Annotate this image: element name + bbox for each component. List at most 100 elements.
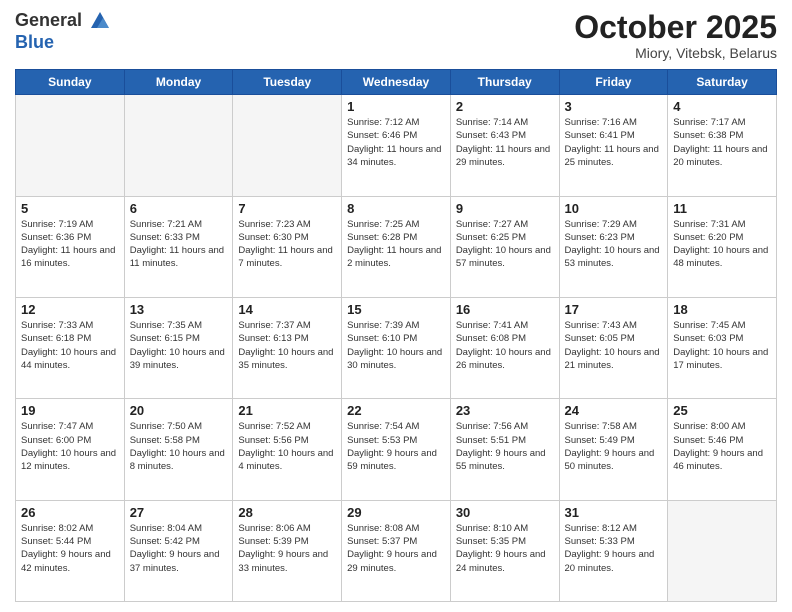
calendar-cell [233,95,342,196]
logo: General Blue [15,10,111,54]
day-number: 21 [238,403,336,418]
day-number: 18 [673,302,771,317]
day-detail: Sunrise: 7:52 AMSunset: 5:56 PMDaylight:… [238,420,336,473]
day-number: 15 [347,302,445,317]
day-number: 24 [565,403,663,418]
calendar-cell: 7 Sunrise: 7:23 AMSunset: 6:30 PMDaylight… [233,196,342,297]
logo-icon [89,10,111,32]
weekday-header: Sunday [16,70,125,95]
day-detail: Sunrise: 8:00 AMSunset: 5:46 PMDaylight:… [673,420,771,473]
day-detail: Sunrise: 7:12 AMSunset: 6:46 PMDaylight:… [347,116,445,169]
day-number: 29 [347,505,445,520]
page: General Blue October 2025 Miory, Vitebsk… [0,0,792,612]
day-detail: Sunrise: 7:35 AMSunset: 6:15 PMDaylight:… [130,319,228,372]
calendar-cell: 17Sunrise: 7:43 AMSunset: 6:05 PMDayligh… [559,297,668,398]
calendar-cell: 29 Sunrise: 8:08 AMSunset: 5:37 PMDayligh… [342,500,451,601]
month-title: October 2025 [574,10,777,45]
calendar-cell: 25 Sunrise: 8:00 AMSunset: 5:46 PMDayligh… [668,399,777,500]
calendar-cell: 14 Sunrise: 7:37 AMSunset: 6:13 PMDayligh… [233,297,342,398]
day-detail: Sunrise: 7:17 AMSunset: 6:38 PMDaylight:… [673,116,771,169]
weekday-header: Saturday [668,70,777,95]
calendar-table: SundayMondayTuesdayWednesdayThursdayFrid… [15,69,777,602]
calendar-cell: 13Sunrise: 7:35 AMSunset: 6:15 PMDayligh… [124,297,233,398]
logo-text: General [15,10,111,32]
calendar-cell: 24 Sunrise: 7:58 AMSunset: 5:49 PMDayligh… [559,399,668,500]
day-number: 4 [673,99,771,114]
day-detail: Sunrise: 7:41 AMSunset: 6:08 PMDaylight:… [456,319,554,372]
calendar-cell: 20 Sunrise: 7:50 AMSunset: 5:58 PMDayligh… [124,399,233,500]
day-detail: Sunrise: 7:37 AMSunset: 6:13 PMDaylight:… [238,319,336,372]
day-detail: Sunrise: 7:50 AMSunset: 5:58 PMDaylight:… [130,420,228,473]
title-block: October 2025 Miory, Vitebsk, Belarus [574,10,777,61]
day-detail: Sunrise: 7:47 AMSunset: 6:00 PMDaylight:… [21,420,119,473]
day-number: 25 [673,403,771,418]
calendar-cell: 27Sunrise: 8:04 AMSunset: 5:42 PMDayligh… [124,500,233,601]
day-detail: Sunrise: 7:16 AMSunset: 6:41 PMDaylight:… [565,116,663,169]
day-number: 30 [456,505,554,520]
day-detail: Sunrise: 8:06 AMSunset: 5:39 PMDaylight:… [238,522,336,575]
weekday-header: Tuesday [233,70,342,95]
calendar-week-row: 26 Sunrise: 8:02 AMSunset: 5:44 PMDayligh… [16,500,777,601]
day-detail: Sunrise: 7:23 AMSunset: 6:30 PMDaylight:… [238,218,336,271]
calendar-week-row: 12Sunrise: 7:33 AMSunset: 6:18 PMDayligh… [16,297,777,398]
day-number: 26 [21,505,119,520]
calendar-cell [124,95,233,196]
calendar-week-row: 19 Sunrise: 7:47 AMSunset: 6:00 PMDayligh… [16,399,777,500]
calendar-week-row: 1 Sunrise: 7:12 AMSunset: 6:46 PMDaylight… [16,95,777,196]
day-detail: Sunrise: 7:21 AMSunset: 6:33 PMDaylight:… [130,218,228,271]
calendar-cell: 12Sunrise: 7:33 AMSunset: 6:18 PMDayligh… [16,297,125,398]
header: General Blue October 2025 Miory, Vitebsk… [15,10,777,61]
day-number: 14 [238,302,336,317]
day-number: 5 [21,201,119,216]
calendar-cell: 22 Sunrise: 7:54 AMSunset: 5:53 PMDayligh… [342,399,451,500]
day-number: 20 [130,403,228,418]
day-number: 19 [21,403,119,418]
day-detail: Sunrise: 8:02 AMSunset: 5:44 PMDaylight:… [21,522,119,575]
day-number: 28 [238,505,336,520]
calendar-cell: 21 Sunrise: 7:52 AMSunset: 5:56 PMDayligh… [233,399,342,500]
day-number: 2 [456,99,554,114]
calendar-cell: 2Sunrise: 7:14 AMSunset: 6:43 PMDaylight… [450,95,559,196]
weekday-header: Wednesday [342,70,451,95]
calendar-cell: 9Sunrise: 7:27 AMSunset: 6:25 PMDaylight… [450,196,559,297]
day-detail: Sunrise: 7:58 AMSunset: 5:49 PMDaylight:… [565,420,663,473]
day-number: 27 [130,505,228,520]
calendar-cell: 26 Sunrise: 8:02 AMSunset: 5:44 PMDayligh… [16,500,125,601]
calendar-cell: 4 Sunrise: 7:17 AMSunset: 6:38 PMDaylight… [668,95,777,196]
day-number: 6 [130,201,228,216]
calendar-cell: 19 Sunrise: 7:47 AMSunset: 6:00 PMDayligh… [16,399,125,500]
location: Miory, Vitebsk, Belarus [574,45,777,61]
day-detail: Sunrise: 7:54 AMSunset: 5:53 PMDaylight:… [347,420,445,473]
day-detail: Sunrise: 7:39 AMSunset: 6:10 PMDaylight:… [347,319,445,372]
day-number: 7 [238,201,336,216]
calendar-cell: 18 Sunrise: 7:45 AMSunset: 6:03 PMDayligh… [668,297,777,398]
calendar-cell: 10Sunrise: 7:29 AMSunset: 6:23 PMDayligh… [559,196,668,297]
day-detail: Sunrise: 7:25 AMSunset: 6:28 PMDaylight:… [347,218,445,271]
weekday-header: Friday [559,70,668,95]
calendar-cell: 28 Sunrise: 8:06 AMSunset: 5:39 PMDayligh… [233,500,342,601]
day-number: 8 [347,201,445,216]
day-detail: Sunrise: 7:33 AMSunset: 6:18 PMDaylight:… [21,319,119,372]
calendar-cell [668,500,777,601]
calendar-cell: 11 Sunrise: 7:31 AMSunset: 6:20 PMDayligh… [668,196,777,297]
day-number: 22 [347,403,445,418]
day-number: 11 [673,201,771,216]
day-detail: Sunrise: 7:31 AMSunset: 6:20 PMDaylight:… [673,218,771,271]
calendar-cell: 16 Sunrise: 7:41 AMSunset: 6:08 PMDayligh… [450,297,559,398]
day-number: 31 [565,505,663,520]
day-detail: Sunrise: 7:29 AMSunset: 6:23 PMDaylight:… [565,218,663,271]
day-detail: Sunrise: 7:19 AMSunset: 6:36 PMDaylight:… [21,218,119,271]
calendar-cell: 30 Sunrise: 8:10 AMSunset: 5:35 PMDayligh… [450,500,559,601]
day-number: 23 [456,403,554,418]
day-number: 16 [456,302,554,317]
day-detail: Sunrise: 7:45 AMSunset: 6:03 PMDaylight:… [673,319,771,372]
day-detail: Sunrise: 8:10 AMSunset: 5:35 PMDaylight:… [456,522,554,575]
day-number: 1 [347,99,445,114]
calendar-cell: 1 Sunrise: 7:12 AMSunset: 6:46 PMDaylight… [342,95,451,196]
calendar-cell: 15 Sunrise: 7:39 AMSunset: 6:10 PMDayligh… [342,297,451,398]
calendar-cell: 5 Sunrise: 7:19 AMSunset: 6:36 PMDaylight… [16,196,125,297]
day-detail: Sunrise: 8:08 AMSunset: 5:37 PMDaylight:… [347,522,445,575]
calendar-cell [16,95,125,196]
logo-blue: Blue [15,32,111,54]
weekday-header-row: SundayMondayTuesdayWednesdayThursdayFrid… [16,70,777,95]
